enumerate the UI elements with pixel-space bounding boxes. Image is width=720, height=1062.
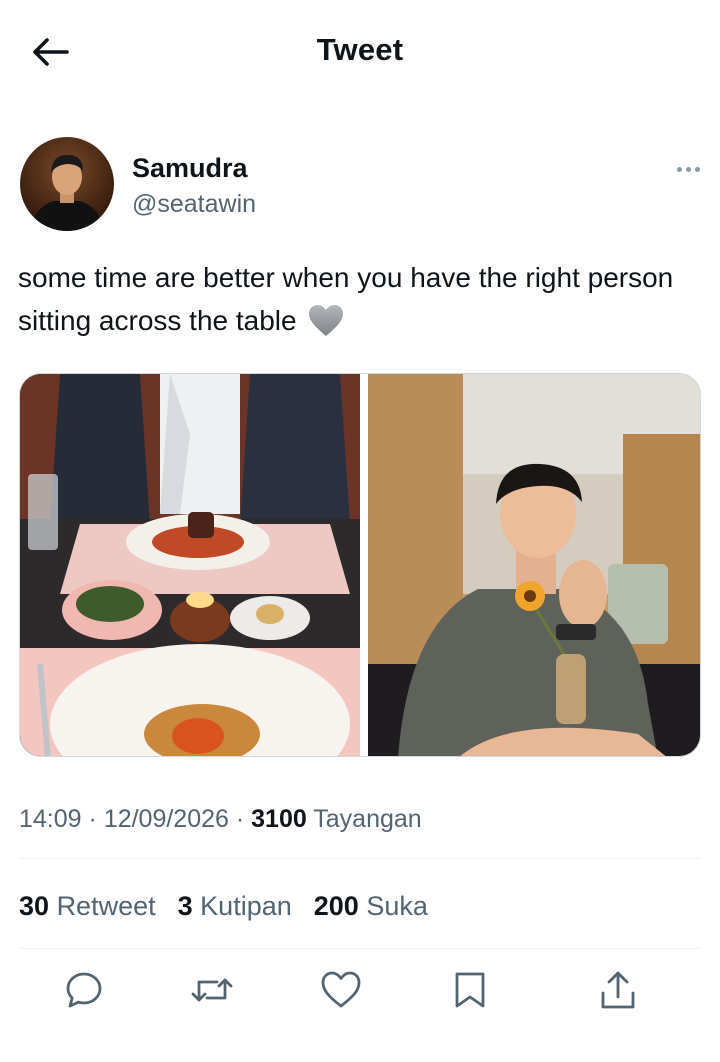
grey-heart-icon bbox=[308, 304, 344, 350]
quotes-count: 3 bbox=[177, 891, 193, 921]
action-bar bbox=[0, 962, 720, 1018]
views-count: 3100 bbox=[251, 805, 307, 833]
retweets-label: Retweet bbox=[56, 891, 156, 921]
tweet-body: some time are better when you have the r… bbox=[18, 256, 708, 350]
tweet-text: some time are better when you have the r… bbox=[18, 262, 674, 336]
reply-button[interactable] bbox=[56, 962, 112, 1018]
avatar[interactable] bbox=[20, 137, 114, 231]
views-label: Tayangan bbox=[313, 805, 422, 833]
bookmark-icon bbox=[455, 972, 485, 1008]
likes-count: 200 bbox=[313, 891, 359, 921]
tweet-author: Samudra @seatawin bbox=[20, 137, 700, 233]
media-photo-2[interactable] bbox=[367, 374, 700, 756]
share-button[interactable] bbox=[590, 962, 646, 1018]
divider bbox=[19, 858, 701, 859]
divider bbox=[19, 948, 701, 949]
more-options-button[interactable] bbox=[660, 159, 700, 179]
meta-separator: · bbox=[88, 805, 97, 833]
bookmark-button[interactable] bbox=[442, 962, 498, 1018]
tweet-media bbox=[19, 373, 701, 757]
tweet-date[interactable]: 12/09/2026 bbox=[104, 805, 229, 833]
tweet-meta: 14:09 · 12/09/2026 · 3100 Tayangan bbox=[19, 805, 422, 834]
photo-man-smiling-icon bbox=[367, 374, 700, 756]
user-handle[interactable]: @seatawin bbox=[132, 190, 256, 219]
top-bar: Tweet bbox=[0, 0, 720, 106]
quotes-label: Kutipan bbox=[200, 891, 292, 921]
more-horizontal-icon bbox=[677, 166, 682, 172]
tweet-time[interactable]: 14:09 bbox=[19, 805, 82, 833]
page-title: Tweet bbox=[316, 32, 404, 67]
retweets-count: 30 bbox=[19, 891, 50, 921]
photo-dinner-table-icon bbox=[20, 374, 360, 756]
more-horizontal-icon-dot bbox=[686, 166, 691, 172]
retweet-button[interactable] bbox=[184, 962, 240, 1018]
media-photo-1[interactable] bbox=[20, 374, 360, 756]
likes-stat[interactable]: 200 Suka bbox=[314, 891, 428, 922]
reply-icon bbox=[66, 972, 102, 1008]
meta-separator: · bbox=[235, 805, 245, 833]
likes-label: Suka bbox=[366, 891, 428, 921]
like-button[interactable] bbox=[313, 962, 369, 1018]
like-icon bbox=[321, 971, 361, 1008]
retweets-stat[interactable]: 30 Retweet bbox=[19, 891, 156, 922]
engagement-stats: 30 Retweet 3 Kutipan 200 Suka bbox=[19, 891, 428, 922]
share-icon bbox=[601, 971, 635, 1009]
quotes-stat[interactable]: 3 Kutipan bbox=[178, 891, 292, 922]
more-horizontal-icon-dot bbox=[695, 166, 700, 172]
retweet-icon bbox=[191, 978, 233, 1002]
display-name[interactable]: Samudra bbox=[132, 153, 248, 184]
